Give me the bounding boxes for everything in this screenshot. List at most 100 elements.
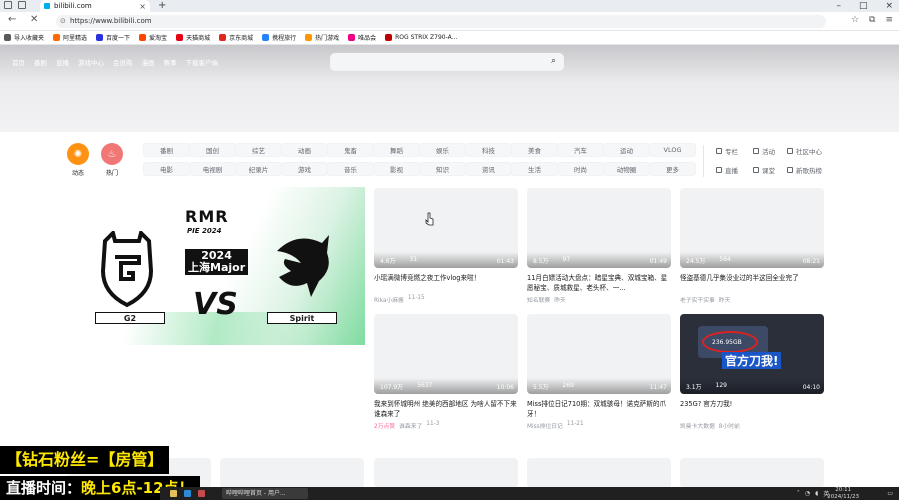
video-author[interactable]: Rika小麻酱	[374, 295, 404, 304]
video-author[interactable]: 凯曼卡大数据	[680, 421, 715, 430]
video-thumb-placeholder[interactable]	[220, 458, 364, 488]
bookmark-item[interactable]: 导入收藏夹	[4, 33, 44, 42]
hot-icon[interactable]: ♨	[101, 143, 123, 165]
channel-chip[interactable]: 更多	[649, 162, 696, 176]
new-tab-button[interactable]: +	[158, 0, 166, 12]
video-card[interactable]: 8.5万 97 01:49 11月白嫖活动大盘点：暗星宝典、双城宝箱、星愿秘宝、质城救…	[527, 188, 671, 304]
bookmark-item[interactable]: ROG STRIX Z790-A...	[385, 34, 457, 41]
video-thumbnail[interactable]: 4.6万 31 01:43	[374, 188, 518, 268]
video-title[interactable]: 小瑶满微博竞燃之夜工作vlog来啦！	[374, 273, 518, 293]
channel-chip[interactable]: 生活	[511, 162, 558, 176]
topnav-item[interactable]: 直播	[56, 57, 69, 67]
bookmark-item[interactable]: 百度一下	[96, 33, 130, 42]
video-card[interactable]: 4.6万 31 01:43 小瑶满微博竞燃之夜工作vlog来啦！ Rika小麻酱 11-1…	[374, 188, 518, 304]
channel-chip[interactable]: 娱乐	[419, 143, 466, 157]
channel-chip[interactable]: VLOG	[649, 143, 696, 157]
video-author[interactable]: 谁森来了	[399, 421, 422, 430]
dynamic-label[interactable]: 动态	[67, 168, 89, 177]
channel-chip[interactable]: 美食	[511, 143, 558, 157]
topnav-item[interactable]: 会员购	[113, 57, 133, 67]
video-thumb-placeholder[interactable]	[527, 458, 671, 488]
channel-side-link[interactable]: 社区中心	[787, 146, 822, 156]
channel-chip[interactable]: 纪录片	[235, 162, 282, 176]
minimize-icon[interactable]: –	[836, 0, 841, 12]
video-title[interactable]: 235G? 官方刀我!	[680, 399, 824, 419]
video-card[interactable]: 236.95GB 官方刀我! 3.1万 129 04:10 235G? 官方刀我! 凯曼卡大…	[680, 314, 824, 430]
bookmark-item[interactable]: 唯品会	[348, 33, 376, 42]
file-explorer-icon[interactable]	[170, 490, 177, 497]
channel-chip[interactable]: 知识	[419, 162, 466, 176]
topnav-item[interactable]: 漫画	[142, 57, 155, 67]
video-thumbnail[interactable]: 8.5万 97 01:49	[527, 188, 671, 268]
workspace-icon[interactable]	[4, 1, 12, 9]
bookmark-item[interactable]: 爱淘宝	[139, 33, 167, 42]
video-card[interactable]: 24.5万 564 08:21 怪盗基德几乎集没业过的半这回全业完了 老子实干实事 昨天	[680, 188, 824, 304]
channel-chip[interactable]: 音乐	[327, 162, 374, 176]
search-input[interactable]: ⌕	[330, 53, 564, 71]
channel-side-link[interactable]: 活动	[753, 146, 775, 156]
video-title[interactable]: Miss排位日记710期：双城骇母！诺克萨斯的爪牙！	[527, 399, 671, 419]
extensions-icon[interactable]: ⧉	[869, 15, 875, 25]
channel-chip[interactable]: 国创	[189, 143, 236, 157]
video-thumbnail[interactable]: 236.95GB 官方刀我! 3.1万 129 04:10	[680, 314, 824, 394]
video-thumbnail[interactable]: 5.5万 269 11:47	[527, 314, 671, 394]
channel-chip[interactable]: 动物圈	[603, 162, 650, 176]
dynamic-icon[interactable]: ✺	[67, 143, 89, 165]
tray-chevron-icon[interactable]: ˄	[797, 490, 800, 497]
video-card[interactable]: 5.5万 269 11:47 Miss排位日记710期：双城骇母！诺克萨斯的爪牙！ Mi…	[527, 314, 671, 430]
video-card[interactable]: 107.9万 5637 10:06 我来到怀城明州 绝美的西部地区 为啥人留不下来 谁…	[374, 314, 518, 430]
video-thumb-placeholder[interactable]	[680, 458, 824, 488]
topnav-item[interactable]: 首页	[12, 57, 25, 67]
channel-chip[interactable]: 游戏	[281, 162, 328, 176]
search-icon[interactable]: ⌕	[551, 56, 556, 66]
channel-chip[interactable]: 番剧	[143, 143, 190, 157]
channel-chip[interactable]: 影视	[373, 162, 420, 176]
video-title[interactable]: 怪盗基德几乎集没业过的半这回全业完了	[680, 273, 824, 293]
video-thumb-placeholder[interactable]	[374, 458, 518, 488]
channel-chip[interactable]: 时尚	[557, 162, 604, 176]
volume-icon[interactable]: ◖	[815, 490, 818, 497]
bookmark-item[interactable]: 京东商城	[219, 33, 253, 42]
channel-chip[interactable]: 动画	[281, 143, 328, 157]
url-field[interactable]: ⊙ https://www.bilibili.com	[56, 15, 826, 28]
channel-chip[interactable]: 资讯	[465, 162, 512, 176]
channel-chip[interactable]: 电视剧	[189, 162, 236, 176]
channel-chip[interactable]: 电影	[143, 162, 190, 176]
close-window-icon[interactable]: ×	[885, 0, 893, 12]
bookmark-item[interactable]: 携程旅行	[262, 33, 296, 42]
channel-chip[interactable]: 汽车	[557, 143, 604, 157]
bookmark-item[interactable]: 热门游戏	[305, 33, 339, 42]
channel-chip[interactable]: 运动	[603, 143, 650, 157]
video-title[interactable]: 11月白嫖活动大盘点：暗星宝典、双城宝箱、星愿秘宝、质城救星、老头杯、一...	[527, 273, 671, 293]
topnav-item[interactable]: 下载客户端	[186, 57, 219, 67]
video-title[interactable]: 我来到怀城明州 绝美的西部地区 为啥人留不下来 谁森来了	[374, 399, 518, 419]
featured-carousel[interactable]: RMR PIE 2024 2024 上海Major VS G2 Spirit	[67, 187, 365, 345]
menu-icon[interactable]: ≡	[885, 15, 893, 25]
video-author[interactable]: 老子实干实事	[680, 295, 715, 304]
browser-tab[interactable]: bilibili.com ×	[40, 0, 150, 12]
channel-chip[interactable]: 鬼畜	[327, 143, 374, 157]
channel-side-link[interactable]: 直播	[716, 165, 738, 175]
network-icon[interactable]: ◔	[805, 490, 810, 497]
stop-icon[interactable]: ✕	[30, 14, 38, 25]
hot-label[interactable]: 热门	[101, 168, 123, 177]
app-icon[interactable]	[198, 490, 205, 497]
favorite-star-icon[interactable]: ☆	[851, 15, 859, 25]
topnav-item[interactable]: 赛事	[164, 57, 177, 67]
notification-icon[interactable]: ▭	[887, 490, 893, 497]
taskbar-window-button[interactable]: 哔哩哔哩首页 - 用户...	[222, 488, 308, 499]
video-author[interactable]: 知名联赛	[527, 295, 550, 304]
edge-browser-icon[interactable]	[184, 490, 191, 497]
back-icon[interactable]: ←	[8, 14, 16, 25]
video-thumbnail[interactable]: 24.5万 564 08:21	[680, 188, 824, 268]
bookmark-item[interactable]: 阿里精选	[53, 33, 87, 42]
channel-chip[interactable]: 综艺	[235, 143, 282, 157]
maximize-icon[interactable]: □	[859, 0, 868, 12]
topnav-item[interactable]: 番剧	[34, 57, 47, 67]
tab-list-icon[interactable]	[18, 1, 26, 9]
channel-side-link[interactable]: 专栏	[716, 146, 738, 156]
bookmark-item[interactable]: 天猫商城	[176, 33, 210, 42]
topnav-item[interactable]: 游戏中心	[78, 57, 104, 67]
channel-side-link[interactable]: 新歌热榜	[787, 165, 822, 175]
channel-side-link[interactable]: 课堂	[753, 165, 775, 175]
